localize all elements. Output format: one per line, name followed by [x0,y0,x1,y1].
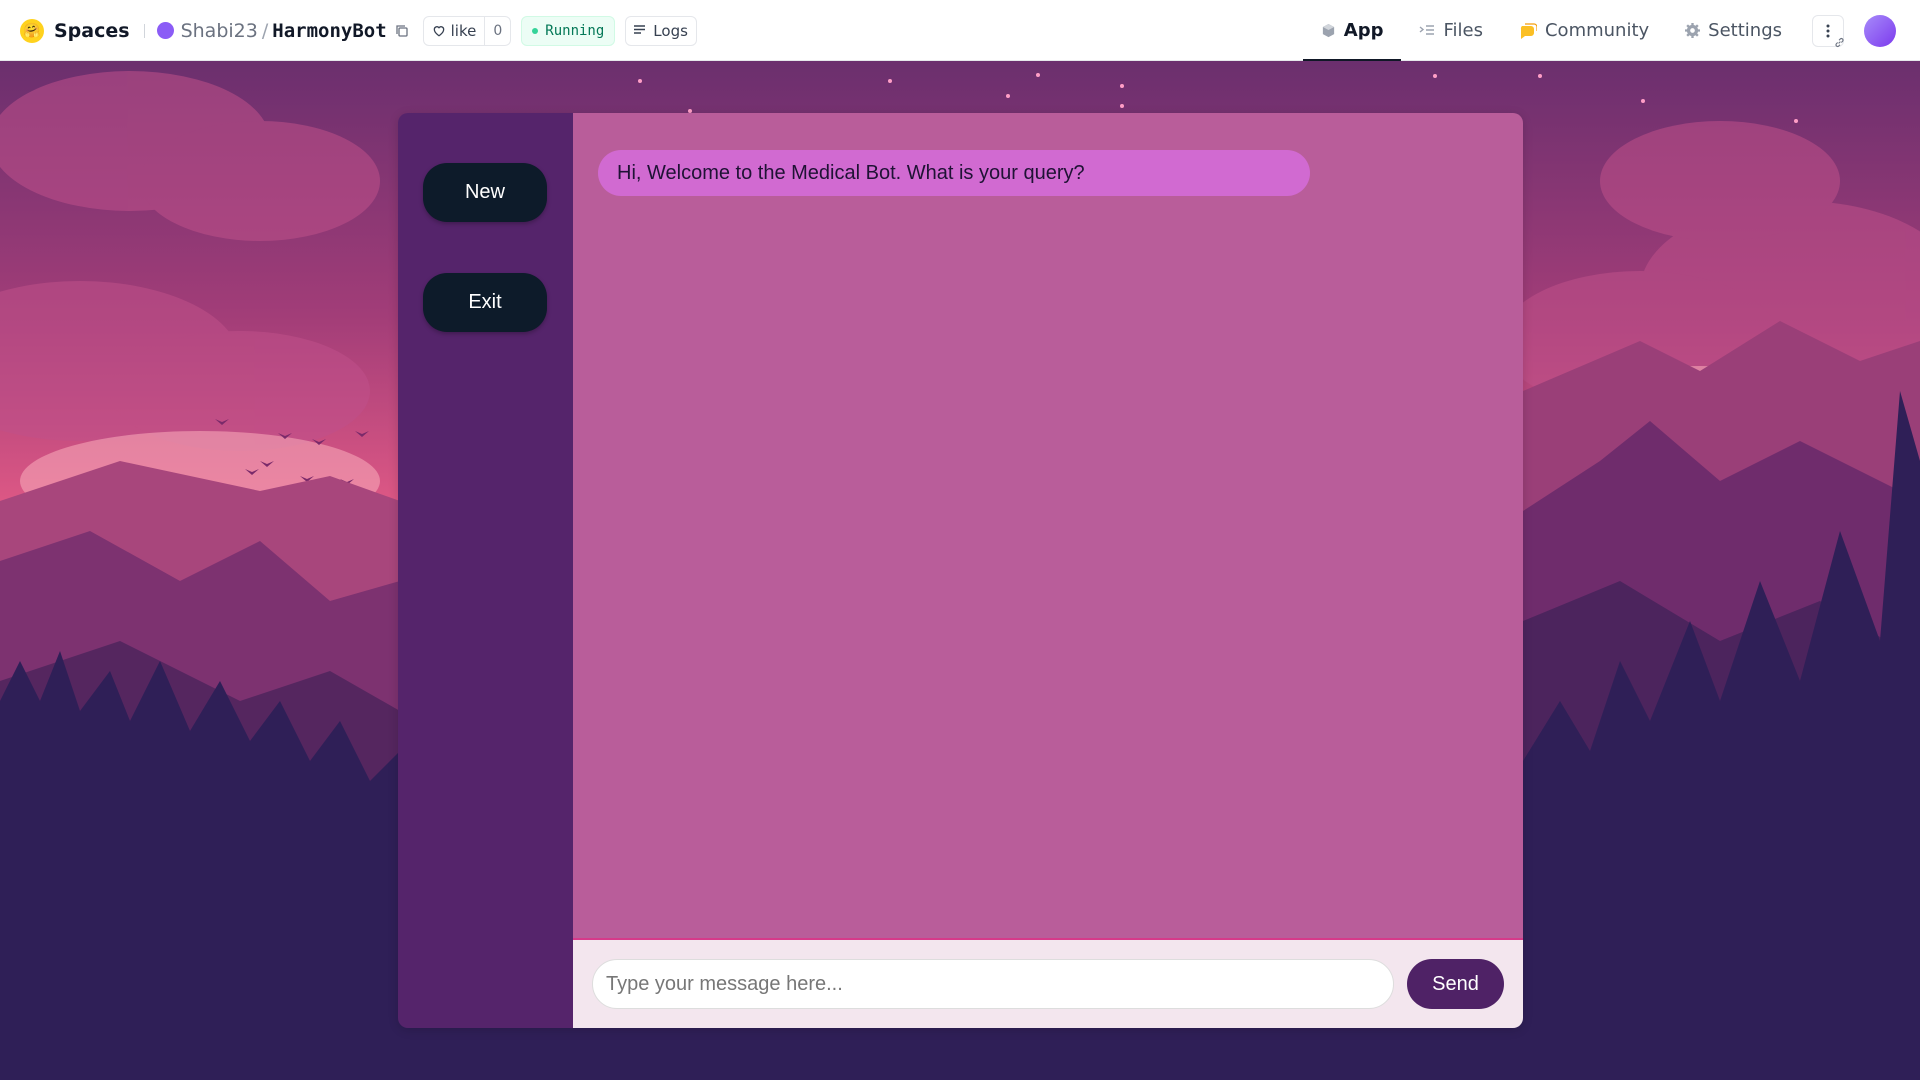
tab-settings-label: Settings [1708,20,1782,41]
message-list[interactable]: Hi, Welcome to the Medical Bot. What is … [573,113,1523,940]
hugging-face-emoji-icon[interactable]: 🤗 [20,18,44,43]
message-composer: Send [573,940,1523,1028]
new-chat-button[interactable]: New [423,163,547,222]
heart-icon [433,26,444,37]
user-avatar[interactable] [1864,14,1896,47]
like-label: like [450,21,477,40]
logs-button[interactable]: Logs [625,15,697,46]
gear-icon [1685,23,1701,38]
like-toggle[interactable]: like [424,17,485,45]
message-input[interactable] [592,959,1394,1009]
chat-app-window: New Exit Hi, Welcome to the Medical Bot.… [398,113,1523,1028]
chat-panel: Hi, Welcome to the Medical Bot. What is … [573,113,1523,1028]
space-tabs: App Files Community Settings [1302,0,1920,61]
more-options-button[interactable] [1812,14,1844,47]
path-separator: / [261,19,269,42]
logs-label: Logs [653,21,688,40]
logs-icon [634,25,646,34]
like-count[interactable]: 0 [484,16,510,45]
tab-app-label: App [1343,20,1384,41]
owner-avatar [156,22,174,39]
like-button[interactable]: like 0 [422,15,512,46]
spaces-link[interactable]: Spaces [54,20,130,42]
app-cube-icon [1322,23,1334,38]
link-icon [1835,37,1844,47]
top-navigation-bar: 🤗 Spaces Shabi23 / HarmonyBot like 0 Run… [0,0,1920,61]
tab-files[interactable]: Files [1401,0,1501,61]
exit-button[interactable]: Exit [423,273,547,332]
breadcrumb: 🤗 Spaces Shabi23 / HarmonyBot like 0 Run… [20,0,697,61]
copy-icon[interactable] [395,24,409,38]
status-dot-icon [532,27,539,34]
community-icon [1520,22,1537,39]
repo-name[interactable]: HarmonyBot [272,20,386,42]
tab-community[interactable]: Community [1501,0,1667,61]
status-text: Running [545,22,605,39]
sidebar: New Exit [398,113,573,1028]
vertical-dots-icon [1826,24,1830,37]
tab-app[interactable]: App [1302,0,1402,61]
send-button[interactable]: Send [1407,959,1504,1009]
status-badge[interactable]: Running [521,15,616,46]
divider [143,23,145,38]
tab-settings[interactable]: Settings [1667,0,1800,61]
tab-files-label: Files [1443,20,1483,41]
tab-community-label: Community [1544,20,1650,41]
owner-link[interactable]: Shabi23 [181,20,258,42]
bot-message-bubble: Hi, Welcome to the Medical Bot. What is … [598,150,1310,196]
files-icon [1420,24,1435,35]
